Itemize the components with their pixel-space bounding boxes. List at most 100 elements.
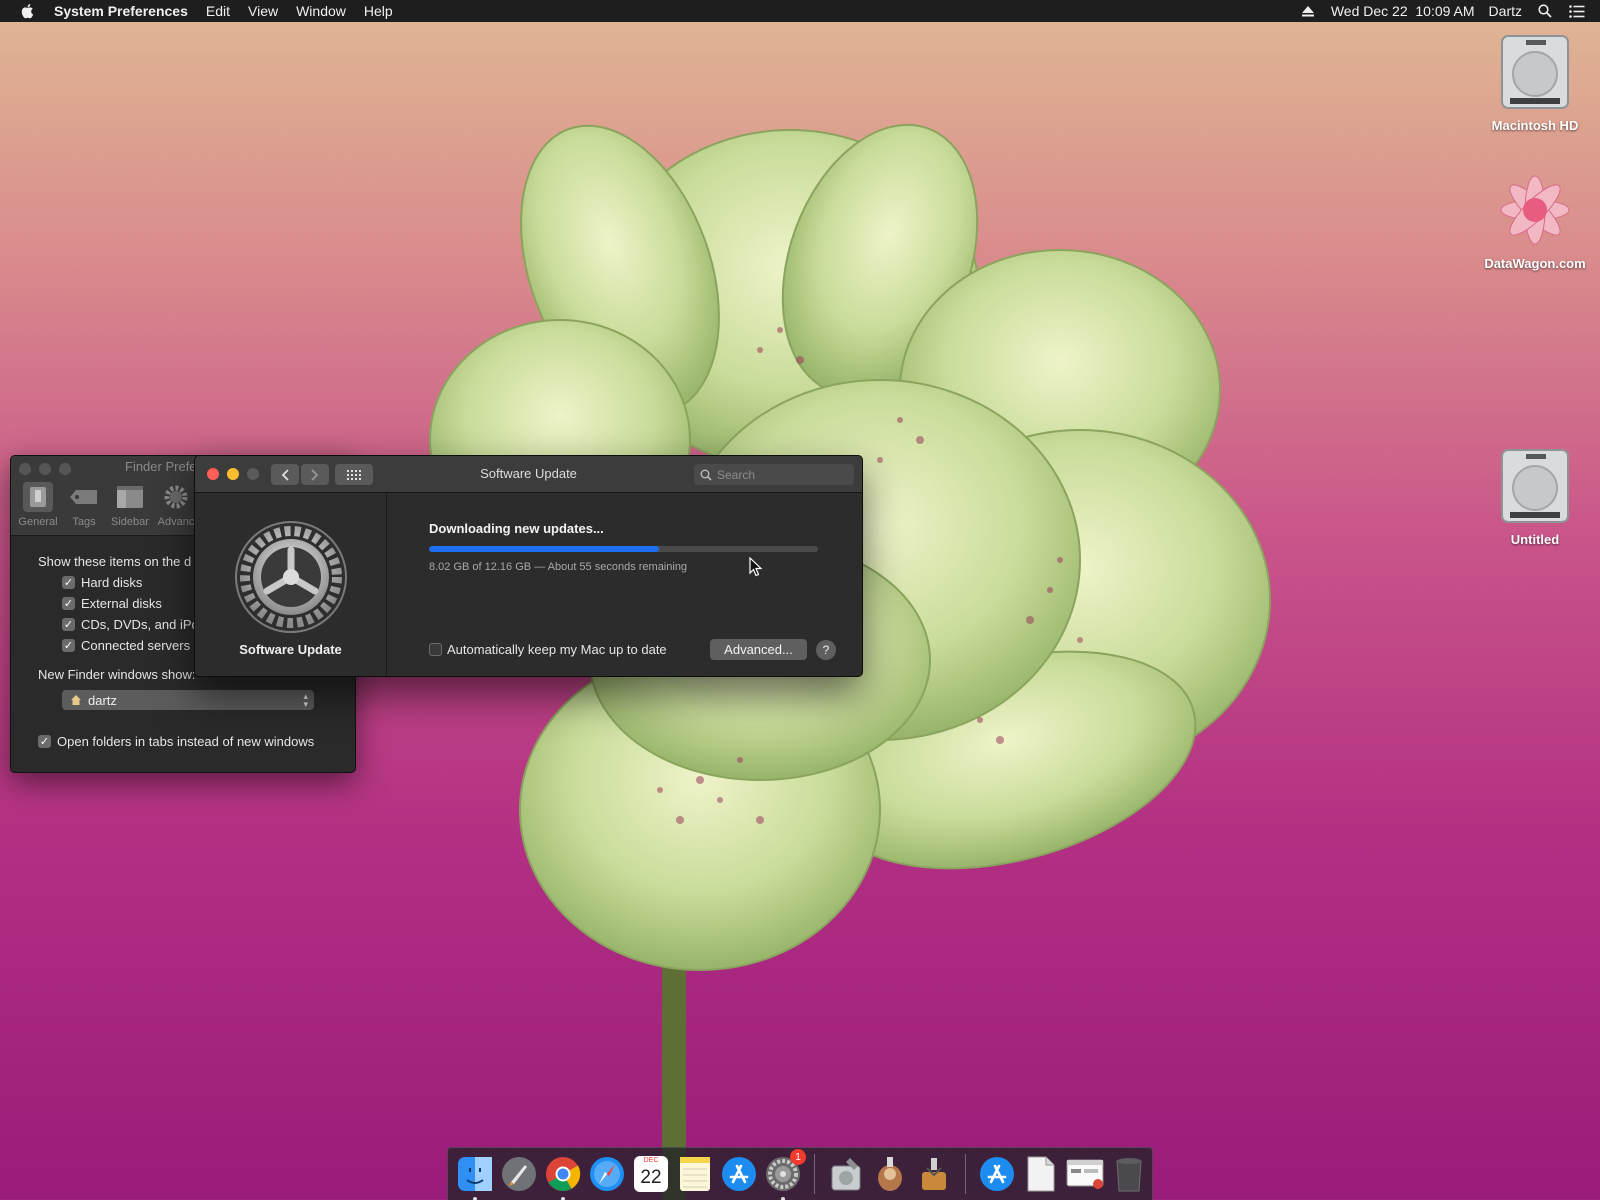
finder-prefs-title: Finder Prefe xyxy=(125,459,197,474)
calendar-icon: DEC 22 xyxy=(634,1156,668,1192)
dock-chrome[interactable] xyxy=(544,1153,582,1200)
close-button[interactable] xyxy=(19,463,31,475)
download-progress-text: 8.02 GB of 12.16 GB — About 55 seconds r… xyxy=(429,561,688,573)
flower-image-icon xyxy=(1500,175,1570,245)
auto-update-checkbox[interactable] xyxy=(429,643,442,656)
dock-calendar[interactable]: DEC 22 xyxy=(632,1153,670,1195)
checkmark-icon[interactable]: ✓ xyxy=(38,735,51,748)
zoom-button[interactable] xyxy=(59,463,71,475)
notification-center-icon[interactable] xyxy=(1568,0,1586,22)
checkbox-open-folders-tabs[interactable]: ✓ Open folders in tabs instead of new wi… xyxy=(38,734,355,749)
minimize-button[interactable] xyxy=(39,463,51,475)
eject-icon[interactable] xyxy=(1299,0,1317,22)
dock-app-store[interactable] xyxy=(720,1153,758,1195)
search-input[interactable] xyxy=(717,467,837,482)
home-folder-icon xyxy=(71,695,81,705)
tab-label: Advanc xyxy=(157,516,195,528)
software-update-sidebar: Software Update xyxy=(195,493,387,676)
tab-label: General xyxy=(18,516,58,528)
calendar-day: 22 xyxy=(640,1167,662,1188)
app-store-icon xyxy=(722,1157,756,1191)
apple-icon[interactable] xyxy=(16,0,38,22)
software-update-gear-icon xyxy=(234,521,347,633)
desktop-icon-datawagon[interactable]: DataWagon.com xyxy=(1475,170,1595,271)
finder-icon xyxy=(458,1157,492,1191)
advanced-button[interactable]: Advanced... xyxy=(710,639,807,660)
launchpad-icon xyxy=(502,1157,536,1191)
document-icon xyxy=(1027,1156,1055,1192)
dock-notes[interactable] xyxy=(676,1153,714,1195)
checkmark-icon[interactable]: ✓ xyxy=(62,597,75,610)
menu-app-name[interactable]: System Preferences xyxy=(48,0,197,22)
dock-separator xyxy=(814,1154,815,1194)
dock-safari[interactable] xyxy=(588,1153,626,1195)
installer-icon xyxy=(878,1157,902,1191)
notes-icon xyxy=(680,1157,710,1191)
dock-installer[interactable] xyxy=(871,1153,909,1195)
search-field[interactable] xyxy=(694,464,854,485)
dock-system-preferences[interactable]: 1 xyxy=(764,1149,806,1200)
checkmark-icon[interactable]: ✓ xyxy=(62,576,75,589)
gear-icon xyxy=(161,482,191,512)
checkbox-label: CDs, DVDs, and iPo xyxy=(81,617,199,632)
tab-advanced[interactable]: Advanc xyxy=(155,482,197,528)
search-icon xyxy=(700,469,712,481)
tab-sidebar[interactable]: Sidebar xyxy=(109,482,151,528)
menu-user[interactable]: Dartz xyxy=(1489,3,1522,19)
browser-window-icon xyxy=(1066,1159,1104,1189)
checkmark-icon[interactable]: ✓ xyxy=(62,639,75,652)
select-value: dartz xyxy=(88,692,117,708)
auto-update-checkbox-row[interactable]: Automatically keep my Mac up to date xyxy=(429,642,667,657)
download-status-title: Downloading new updates... xyxy=(429,521,604,536)
menu-bar: System Preferences Edit View Window Help… xyxy=(0,0,1600,22)
chevron-updown-icon: ▴ ▾ xyxy=(303,691,308,709)
tag-icon xyxy=(69,482,99,512)
menu-edit[interactable]: Edit xyxy=(197,0,239,22)
dock-document[interactable] xyxy=(1022,1153,1060,1195)
dock-finder[interactable] xyxy=(456,1153,494,1200)
hard-drive-icon xyxy=(1501,35,1569,109)
tab-label: Sidebar xyxy=(111,516,149,528)
pane-label: Software Update xyxy=(239,642,342,657)
checkbox-label: Connected servers xyxy=(81,638,191,653)
software-update-content: Downloading new updates... 8.02 GB of 12… xyxy=(429,493,849,676)
trash-icon xyxy=(1116,1158,1142,1192)
auto-update-label: Automatically keep my Mac up to date xyxy=(447,642,667,657)
menu-bar-right: Wed Dec 22 10:09 AM Dartz xyxy=(1299,0,1586,22)
checkmark-icon[interactable]: ✓ xyxy=(62,618,75,631)
menu-datetime[interactable]: Wed Dec 22 10:09 AM xyxy=(1331,3,1475,19)
dock-trash[interactable] xyxy=(1110,1153,1148,1195)
dock-disk-utility[interactable] xyxy=(827,1153,865,1195)
notification-badge: 1 xyxy=(790,1149,806,1165)
checkbox-label: Hard disks xyxy=(81,575,143,590)
chrome-icon xyxy=(546,1157,581,1191)
menu-view[interactable]: View xyxy=(239,0,287,22)
checkbox-label: Open folders in tabs instead of new wind… xyxy=(57,734,315,749)
safari-icon xyxy=(590,1157,624,1191)
spotlight-search-icon[interactable] xyxy=(1536,0,1554,22)
app-store-icon-2 xyxy=(980,1157,1014,1191)
dock-installer-2[interactable] xyxy=(915,1153,953,1195)
desktop-icon-macintosh-hd[interactable]: Macintosh HD xyxy=(1475,32,1595,133)
tab-tags[interactable]: Tags xyxy=(63,482,105,528)
dock-browser-window[interactable] xyxy=(1066,1153,1104,1195)
checkbox-label: External disks xyxy=(81,596,162,611)
new-windows-select[interactable]: dartz ▴ ▾ xyxy=(62,690,314,710)
general-icon xyxy=(23,482,53,512)
menu-help[interactable]: Help xyxy=(355,0,402,22)
desktop-icon-untitled[interactable]: Untitled xyxy=(1475,446,1595,547)
dock-app-store-2[interactable] xyxy=(978,1153,1016,1195)
sidebar-icon xyxy=(115,482,145,512)
disk-utility-icon xyxy=(831,1158,861,1191)
finder-window-controls xyxy=(19,463,71,475)
desktop-icon-label: Untitled xyxy=(1510,532,1560,547)
tab-general[interactable]: General xyxy=(17,482,59,528)
software-update-titlebar: Software Update xyxy=(195,456,862,493)
menu-window[interactable]: Window xyxy=(287,0,355,22)
progress-fill xyxy=(429,546,659,552)
dock-launchpad[interactable] xyxy=(500,1153,538,1195)
help-button[interactable]: ? xyxy=(816,640,836,660)
calendar-month: DEC xyxy=(643,1157,659,1164)
tab-label: Tags xyxy=(72,516,96,528)
hard-drive-icon xyxy=(1501,449,1569,523)
